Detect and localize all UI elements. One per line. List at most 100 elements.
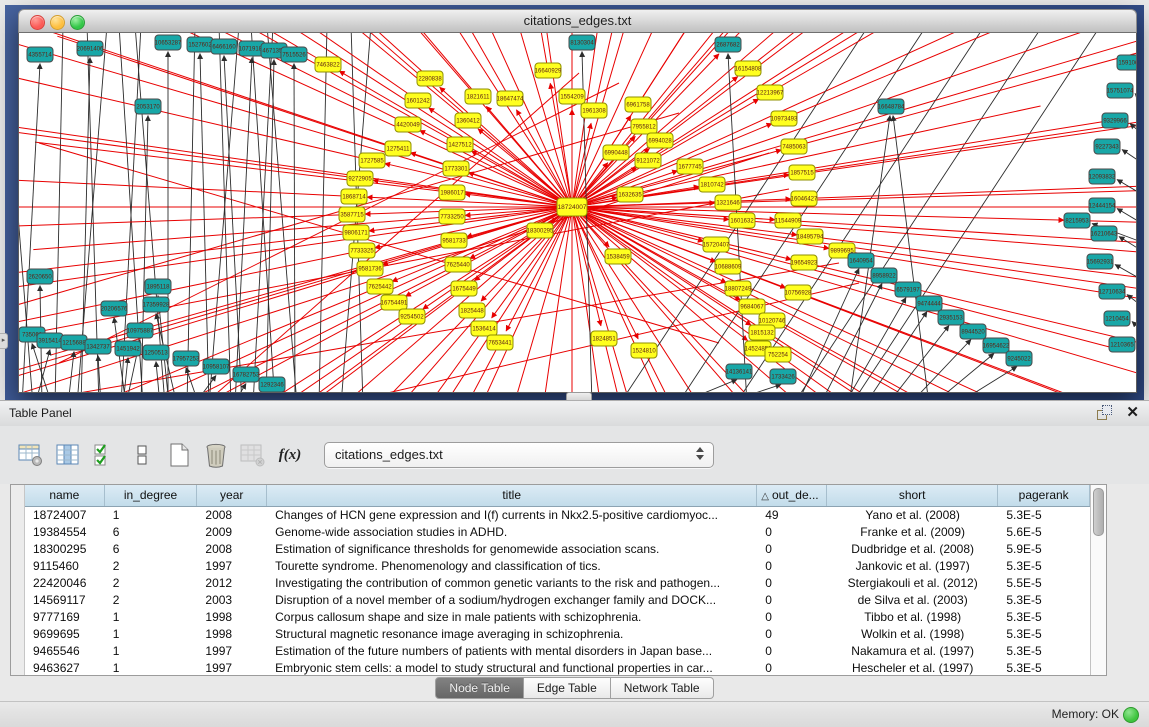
network-node[interactable]: 1675449	[451, 281, 477, 296]
network-node[interactable]: 1733426	[770, 369, 796, 384]
column-header-name[interactable]: name	[25, 485, 105, 506]
table-selector-dropdown[interactable]: citations_edges.txt	[324, 442, 714, 468]
network-node[interactable]: 16154808	[735, 61, 762, 76]
network-node[interactable]: 7515526	[281, 47, 307, 62]
network-node[interactable]: 12444154	[1089, 198, 1116, 213]
table-row[interactable]: 911546021997Tourette syndrome. Phenomeno…	[25, 558, 1090, 575]
hidden-panel-arrow[interactable]: ▸	[0, 333, 8, 349]
network-node[interactable]: 17359928	[143, 297, 170, 312]
network-node[interactable]: 14136141	[726, 364, 753, 379]
column-header-year[interactable]: year	[197, 485, 267, 506]
network-node[interactable]: 6466160	[211, 39, 237, 54]
column-header-in-degree[interactable]: in_degree	[105, 485, 198, 506]
network-node[interactable]: 10958107	[203, 359, 230, 374]
network-node[interactable]: 8130304	[569, 35, 595, 50]
network-node[interactable]: 9121072	[635, 153, 661, 168]
network-node[interactable]: 7485063	[781, 139, 807, 154]
network-node[interactable]: 7625442	[367, 279, 393, 294]
network-node[interactable]: 9329966	[1102, 113, 1128, 128]
table-row[interactable]: 1872400712008Changes of HCN gene express…	[25, 507, 1090, 524]
table-row[interactable]: 1830029562008Estimation of significance …	[25, 541, 1090, 558]
network-node[interactable]: 1527602	[187, 37, 213, 52]
network-node[interactable]: 16782753	[233, 367, 260, 382]
network-node[interactable]: 1342737	[85, 339, 111, 354]
network-node[interactable]: 18724007	[557, 198, 587, 216]
network-node[interactable]: 1961308	[581, 103, 607, 118]
table-row[interactable]: 2242004622012Investigating the contribut…	[25, 575, 1090, 592]
network-node[interactable]: 1591064	[1117, 55, 1136, 70]
network-node[interactable]: 1321646	[715, 195, 741, 210]
network-node[interactable]: 1868714	[341, 189, 367, 204]
table-row[interactable]: 977716911998Corpus callosum shape and si…	[25, 609, 1090, 626]
network-node[interactable]: 2687682	[715, 37, 741, 52]
network-node[interactable]: 1536414	[471, 321, 497, 336]
table-row[interactable]: 946554611997Estimation of the future num…	[25, 643, 1090, 660]
network-node[interactable]: 10756928	[785, 285, 812, 300]
network-node[interactable]: 1895118	[145, 279, 171, 294]
network-node[interactable]: 12213967	[757, 85, 784, 100]
create-table-icon[interactable]	[162, 438, 196, 472]
network-node[interactable]: 752254	[765, 347, 791, 362]
network-node[interactable]: 1451942	[115, 341, 141, 356]
network-node[interactable]: 2620650	[27, 269, 53, 284]
network-node[interactable]: 1250513	[143, 345, 169, 360]
network-node[interactable]: 16640929	[535, 63, 562, 78]
network-node[interactable]: 1601632	[729, 213, 755, 228]
tab-edge-table[interactable]: Edge Table	[524, 677, 611, 699]
network-node[interactable]: 1824851	[591, 331, 617, 346]
network-node[interactable]: 7955812	[631, 119, 657, 134]
network-node[interactable]: 1986017	[439, 185, 465, 200]
table-row[interactable]: 1456911722003Disruption of a novel membe…	[25, 592, 1090, 609]
zoom-window-button[interactable]	[70, 15, 85, 30]
network-node[interactable]: 15751074	[1107, 83, 1134, 98]
network-node[interactable]: 1427512	[447, 137, 473, 152]
network-node[interactable]: 15692931	[1087, 254, 1114, 269]
column-header-out-de[interactable]: △out_de...	[757, 485, 827, 506]
column-header-pagerank[interactable]: pagerank	[998, 485, 1090, 506]
column-header-title[interactable]: title	[267, 485, 757, 506]
network-node[interactable]: 1857515	[789, 165, 815, 180]
network-node[interactable]: 1360412	[455, 113, 481, 128]
network-window-titlebar[interactable]: citations_edges.txt	[18, 9, 1137, 33]
select-visible-columns-icon[interactable]	[88, 438, 122, 472]
network-node[interactable]: 7733325	[349, 243, 375, 258]
network-canvas[interactable]: 2280838160124244200491275411172758592729…	[18, 33, 1137, 393]
network-node[interactable]: 16210643	[1091, 226, 1118, 241]
citation-network-graph[interactable]: 2280838160124244200491275411172758592729…	[19, 33, 1136, 392]
minimize-window-button[interactable]	[50, 15, 65, 30]
network-node[interactable]: 20206576	[101, 301, 128, 316]
table-row[interactable]: 969969511998Structural magnetic resonanc…	[25, 626, 1090, 643]
network-node[interactable]: 6990448	[603, 145, 629, 160]
network-node[interactable]: 9254502	[399, 309, 425, 324]
network-node[interactable]: 3915414	[37, 333, 63, 348]
network-node[interactable]: 1210365	[1109, 337, 1135, 352]
network-node[interactable]: 9684067	[739, 299, 765, 314]
column-header-short[interactable]: short	[827, 485, 998, 506]
network-node[interactable]: 1640954	[848, 253, 874, 268]
network-node[interactable]: 18300295	[527, 223, 554, 238]
network-node[interactable]: 18647474	[497, 91, 524, 106]
network-node[interactable]: 1275411	[385, 141, 411, 156]
tab-node-table[interactable]: Node Table	[435, 677, 524, 699]
network-node[interactable]: 1554209	[559, 89, 585, 104]
table-row[interactable]: 1938455462009Genome-wide association stu…	[25, 524, 1090, 541]
network-node[interactable]: 12710634	[1099, 284, 1126, 299]
network-node[interactable]: 8958922	[871, 268, 897, 283]
network-node[interactable]: 9581736	[357, 261, 383, 276]
network-node[interactable]: 18495794	[797, 229, 824, 244]
network-node[interactable]: 1215688	[61, 335, 87, 350]
network-node[interactable]: 1210454	[1104, 311, 1130, 326]
network-node[interactable]: 11544909	[775, 213, 802, 228]
network-node[interactable]: 8944520	[960, 324, 986, 339]
network-node[interactable]: 2935153	[938, 310, 964, 325]
network-node[interactable]: 16046427	[791, 191, 818, 206]
network-node[interactable]: 7463822	[315, 57, 341, 72]
network-node[interactable]: 15720407	[703, 237, 730, 252]
network-node[interactable]: 1524810	[631, 343, 657, 358]
network-node[interactable]: 6579197	[895, 282, 921, 297]
network-node[interactable]: 9806171	[343, 225, 369, 240]
network-node[interactable]: 10688609	[715, 259, 742, 274]
network-node[interactable]: 1538459	[605, 249, 631, 264]
network-node[interactable]: 1632635	[617, 187, 643, 202]
scrollbar-thumb[interactable]	[1093, 488, 1104, 536]
